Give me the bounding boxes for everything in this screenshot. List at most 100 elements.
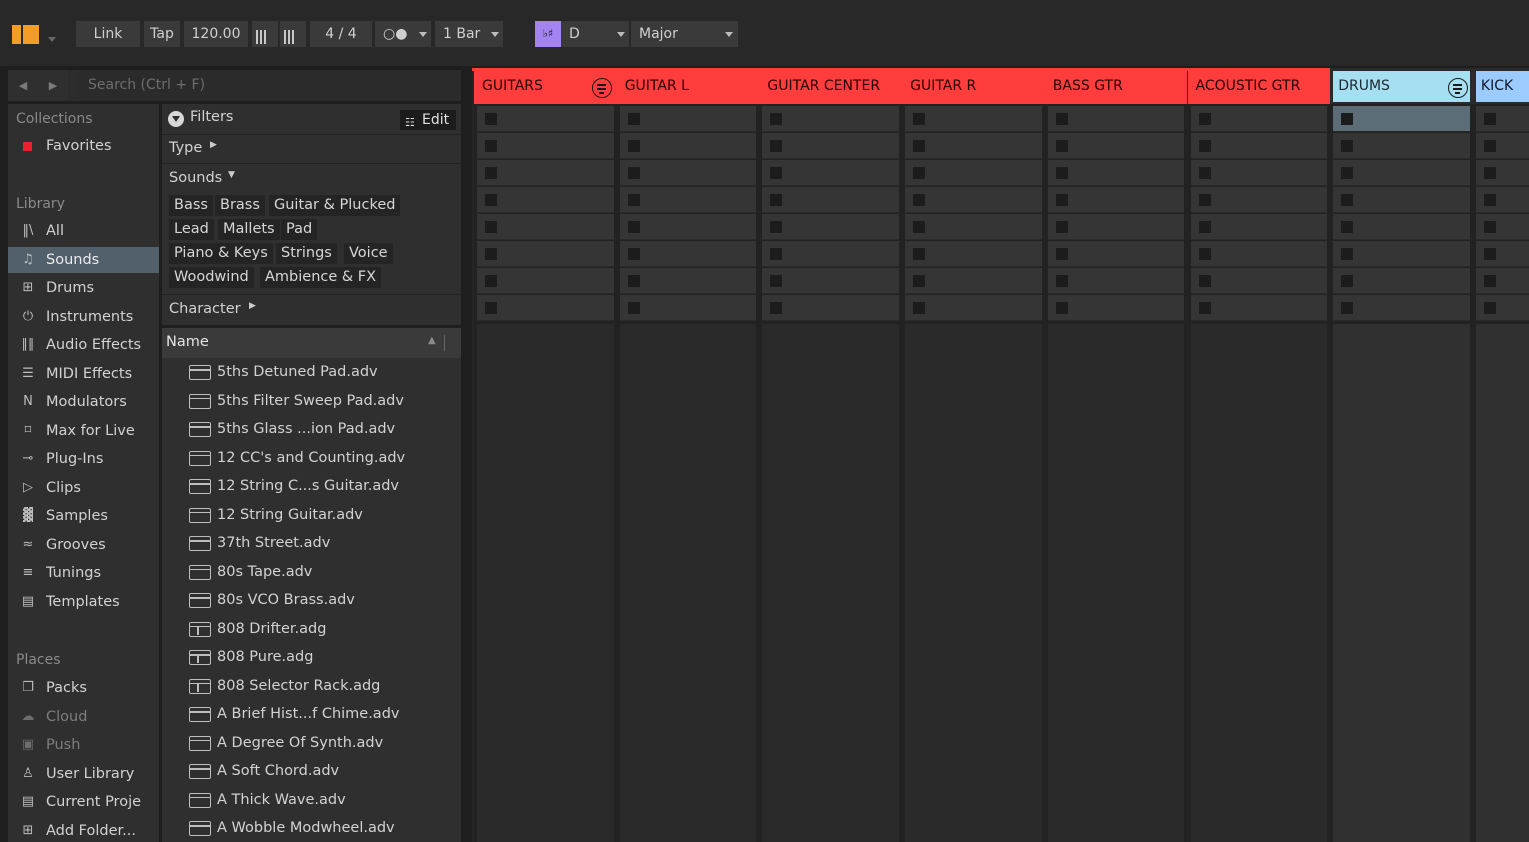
clip-stop-icon[interactable] xyxy=(1055,140,1068,152)
clip-slot[interactable] xyxy=(619,241,757,267)
clip-stop-icon[interactable] xyxy=(770,113,783,125)
sounds-filter-row[interactable]: Sounds ▼ xyxy=(162,164,461,194)
clip-slot[interactable] xyxy=(619,214,757,240)
character-filter-row[interactable]: Character ▶ xyxy=(162,295,461,325)
clip-slot[interactable] xyxy=(477,187,614,213)
list-item[interactable]: 80s Tape.adv xyxy=(162,558,461,586)
clip-slot[interactable] xyxy=(1047,241,1185,267)
clip-stop-icon[interactable] xyxy=(1055,275,1068,287)
clip-stop-icon[interactable] xyxy=(1483,167,1496,179)
clip-stop-icon[interactable] xyxy=(1198,221,1211,233)
list-item[interactable]: 80s VCO Brass.adv xyxy=(162,586,461,614)
clip-stop-icon[interactable] xyxy=(485,113,497,125)
clip-stop-icon[interactable] xyxy=(485,275,497,287)
clip-stop-icon[interactable] xyxy=(1055,221,1068,233)
clip-stop-icon[interactable] xyxy=(913,302,926,314)
clip-slot[interactable] xyxy=(1475,160,1529,186)
clip-slot[interactable] xyxy=(905,187,1042,213)
list-item[interactable]: 5ths Filter Sweep Pad.adv xyxy=(162,387,461,415)
sidebar-item-sounds[interactable]: ♫ Sounds xyxy=(8,246,159,273)
list-item[interactable]: 12 String C...s Guitar.adv xyxy=(162,472,461,500)
clip-stop-icon[interactable] xyxy=(627,302,640,314)
clip-stop-icon[interactable] xyxy=(1341,302,1354,314)
clip-slot[interactable] xyxy=(1333,187,1470,213)
forward-arrow-icon[interactable]: ▶ xyxy=(38,70,68,101)
scale-mode-icon[interactable]: ♭♯ xyxy=(535,21,561,47)
clip-slot[interactable] xyxy=(1475,187,1529,213)
clip-stop-icon[interactable] xyxy=(1198,113,1211,125)
clip-slot[interactable] xyxy=(1047,295,1185,321)
clip-stop-icon[interactable] xyxy=(1341,167,1354,179)
name-column-header[interactable]: Name ▲ xyxy=(162,328,461,358)
track-header[interactable]: GUITAR R xyxy=(902,68,1045,104)
sidebar-item-instruments[interactable]: ⏻ Instruments xyxy=(8,304,159,330)
sidebar-item-samples[interactable]: ▓ Samples xyxy=(8,503,159,529)
clip-stop-icon[interactable] xyxy=(1483,275,1496,287)
clip-stop-icon[interactable] xyxy=(770,221,783,233)
sound-tag-chip[interactable]: Brass xyxy=(215,195,265,216)
clip-stop-icon[interactable] xyxy=(770,167,783,179)
list-item[interactable]: A Thick Wave.adv xyxy=(162,786,461,814)
clip-stop-icon[interactable] xyxy=(1198,194,1211,206)
track-header[interactable]: KICK xyxy=(1472,68,1529,104)
clip-slot[interactable] xyxy=(477,133,614,159)
clip-stop-icon[interactable] xyxy=(1483,302,1496,314)
clip-stop-icon[interactable] xyxy=(770,302,783,314)
scale-name-select[interactable]: Major xyxy=(631,21,738,47)
clip-slot[interactable] xyxy=(1190,295,1328,321)
list-item[interactable]: 12 CC's and Counting.adv xyxy=(162,444,461,472)
sort-ascending-icon[interactable]: ▲ xyxy=(428,335,436,346)
clip-slot[interactable] xyxy=(1047,160,1185,186)
clip-slot[interactable] xyxy=(905,241,1042,267)
clip-slot[interactable] xyxy=(1190,268,1328,294)
group-fold-icon[interactable] xyxy=(1447,78,1468,98)
search-input[interactable]: Search (Ctrl + F) xyxy=(78,70,461,101)
clip-stop-icon[interactable] xyxy=(1341,194,1354,206)
view-toggle-icon[interactable] xyxy=(12,25,40,44)
sidebar-item-plug-ins[interactable]: ⊸ Plug-Ins xyxy=(8,446,159,472)
clip-stop-icon[interactable] xyxy=(1198,140,1211,152)
track-header[interactable]: GUITARS xyxy=(474,68,617,104)
sidebar-item-add-folder[interactable]: ⊞ Add Folder... xyxy=(8,818,159,842)
clip-stop-icon[interactable] xyxy=(485,302,497,314)
sidebar-item-user-library[interactable]: ♙ User Library xyxy=(8,761,159,787)
clip-slot[interactable] xyxy=(619,187,757,213)
clip-slot[interactable] xyxy=(619,268,757,294)
clip-slot[interactable] xyxy=(905,160,1042,186)
link-button[interactable]: Link xyxy=(76,21,140,47)
sidebar-item-all[interactable]: ‖\ All xyxy=(8,218,159,244)
clip-slot[interactable] xyxy=(1190,187,1328,213)
clip-stop-icon[interactable] xyxy=(627,248,640,260)
clip-stop-icon[interactable] xyxy=(1055,194,1068,206)
sidebar-item-grooves[interactable]: ≈ Grooves xyxy=(8,532,159,558)
clip-slot[interactable] xyxy=(477,106,614,132)
clip-slot[interactable] xyxy=(1190,241,1328,267)
clip-slot[interactable] xyxy=(1190,160,1328,186)
sidebar-item-push[interactable]: ▣ Push xyxy=(8,732,159,758)
clip-stop-icon[interactable] xyxy=(1198,302,1211,314)
clip-slot[interactable] xyxy=(762,160,900,186)
sound-tag-chip[interactable]: Piano & Keys xyxy=(169,243,273,264)
clip-stop-icon[interactable] xyxy=(1483,113,1496,125)
clip-slot[interactable] xyxy=(477,160,614,186)
list-item[interactable]: 5ths Glass ...ion Pad.adv xyxy=(162,415,461,443)
sidebar-item-current-proje[interactable]: ▤ Current Proje xyxy=(8,789,159,815)
clip-stop-icon[interactable] xyxy=(485,167,497,179)
group-fold-icon[interactable] xyxy=(591,78,612,98)
clip-slot[interactable] xyxy=(619,133,757,159)
sound-tag-chip[interactable]: Strings xyxy=(276,243,337,264)
list-item[interactable]: 808 Selector Rack.adg xyxy=(162,672,461,700)
clip-slot[interactable] xyxy=(762,133,900,159)
list-item[interactable]: A Wobble Modwheel.adv xyxy=(162,814,461,842)
sidebar-item-packs[interactable]: ❐ Packs xyxy=(8,675,159,701)
clip-slot[interactable] xyxy=(762,268,900,294)
clip-slot[interactable] xyxy=(905,133,1042,159)
clip-slot[interactable] xyxy=(1333,214,1470,240)
sidebar-item-midi-effects[interactable]: ☰ MIDI Effects xyxy=(8,361,159,387)
clip-stop-icon[interactable] xyxy=(627,113,640,125)
sidebar-item-templates[interactable]: ▤ Templates xyxy=(8,589,159,615)
clip-stop-icon[interactable] xyxy=(627,275,640,287)
clip-stop-icon[interactable] xyxy=(1055,113,1068,125)
clip-slot[interactable] xyxy=(1333,295,1470,321)
clip-slot[interactable] xyxy=(762,295,900,321)
